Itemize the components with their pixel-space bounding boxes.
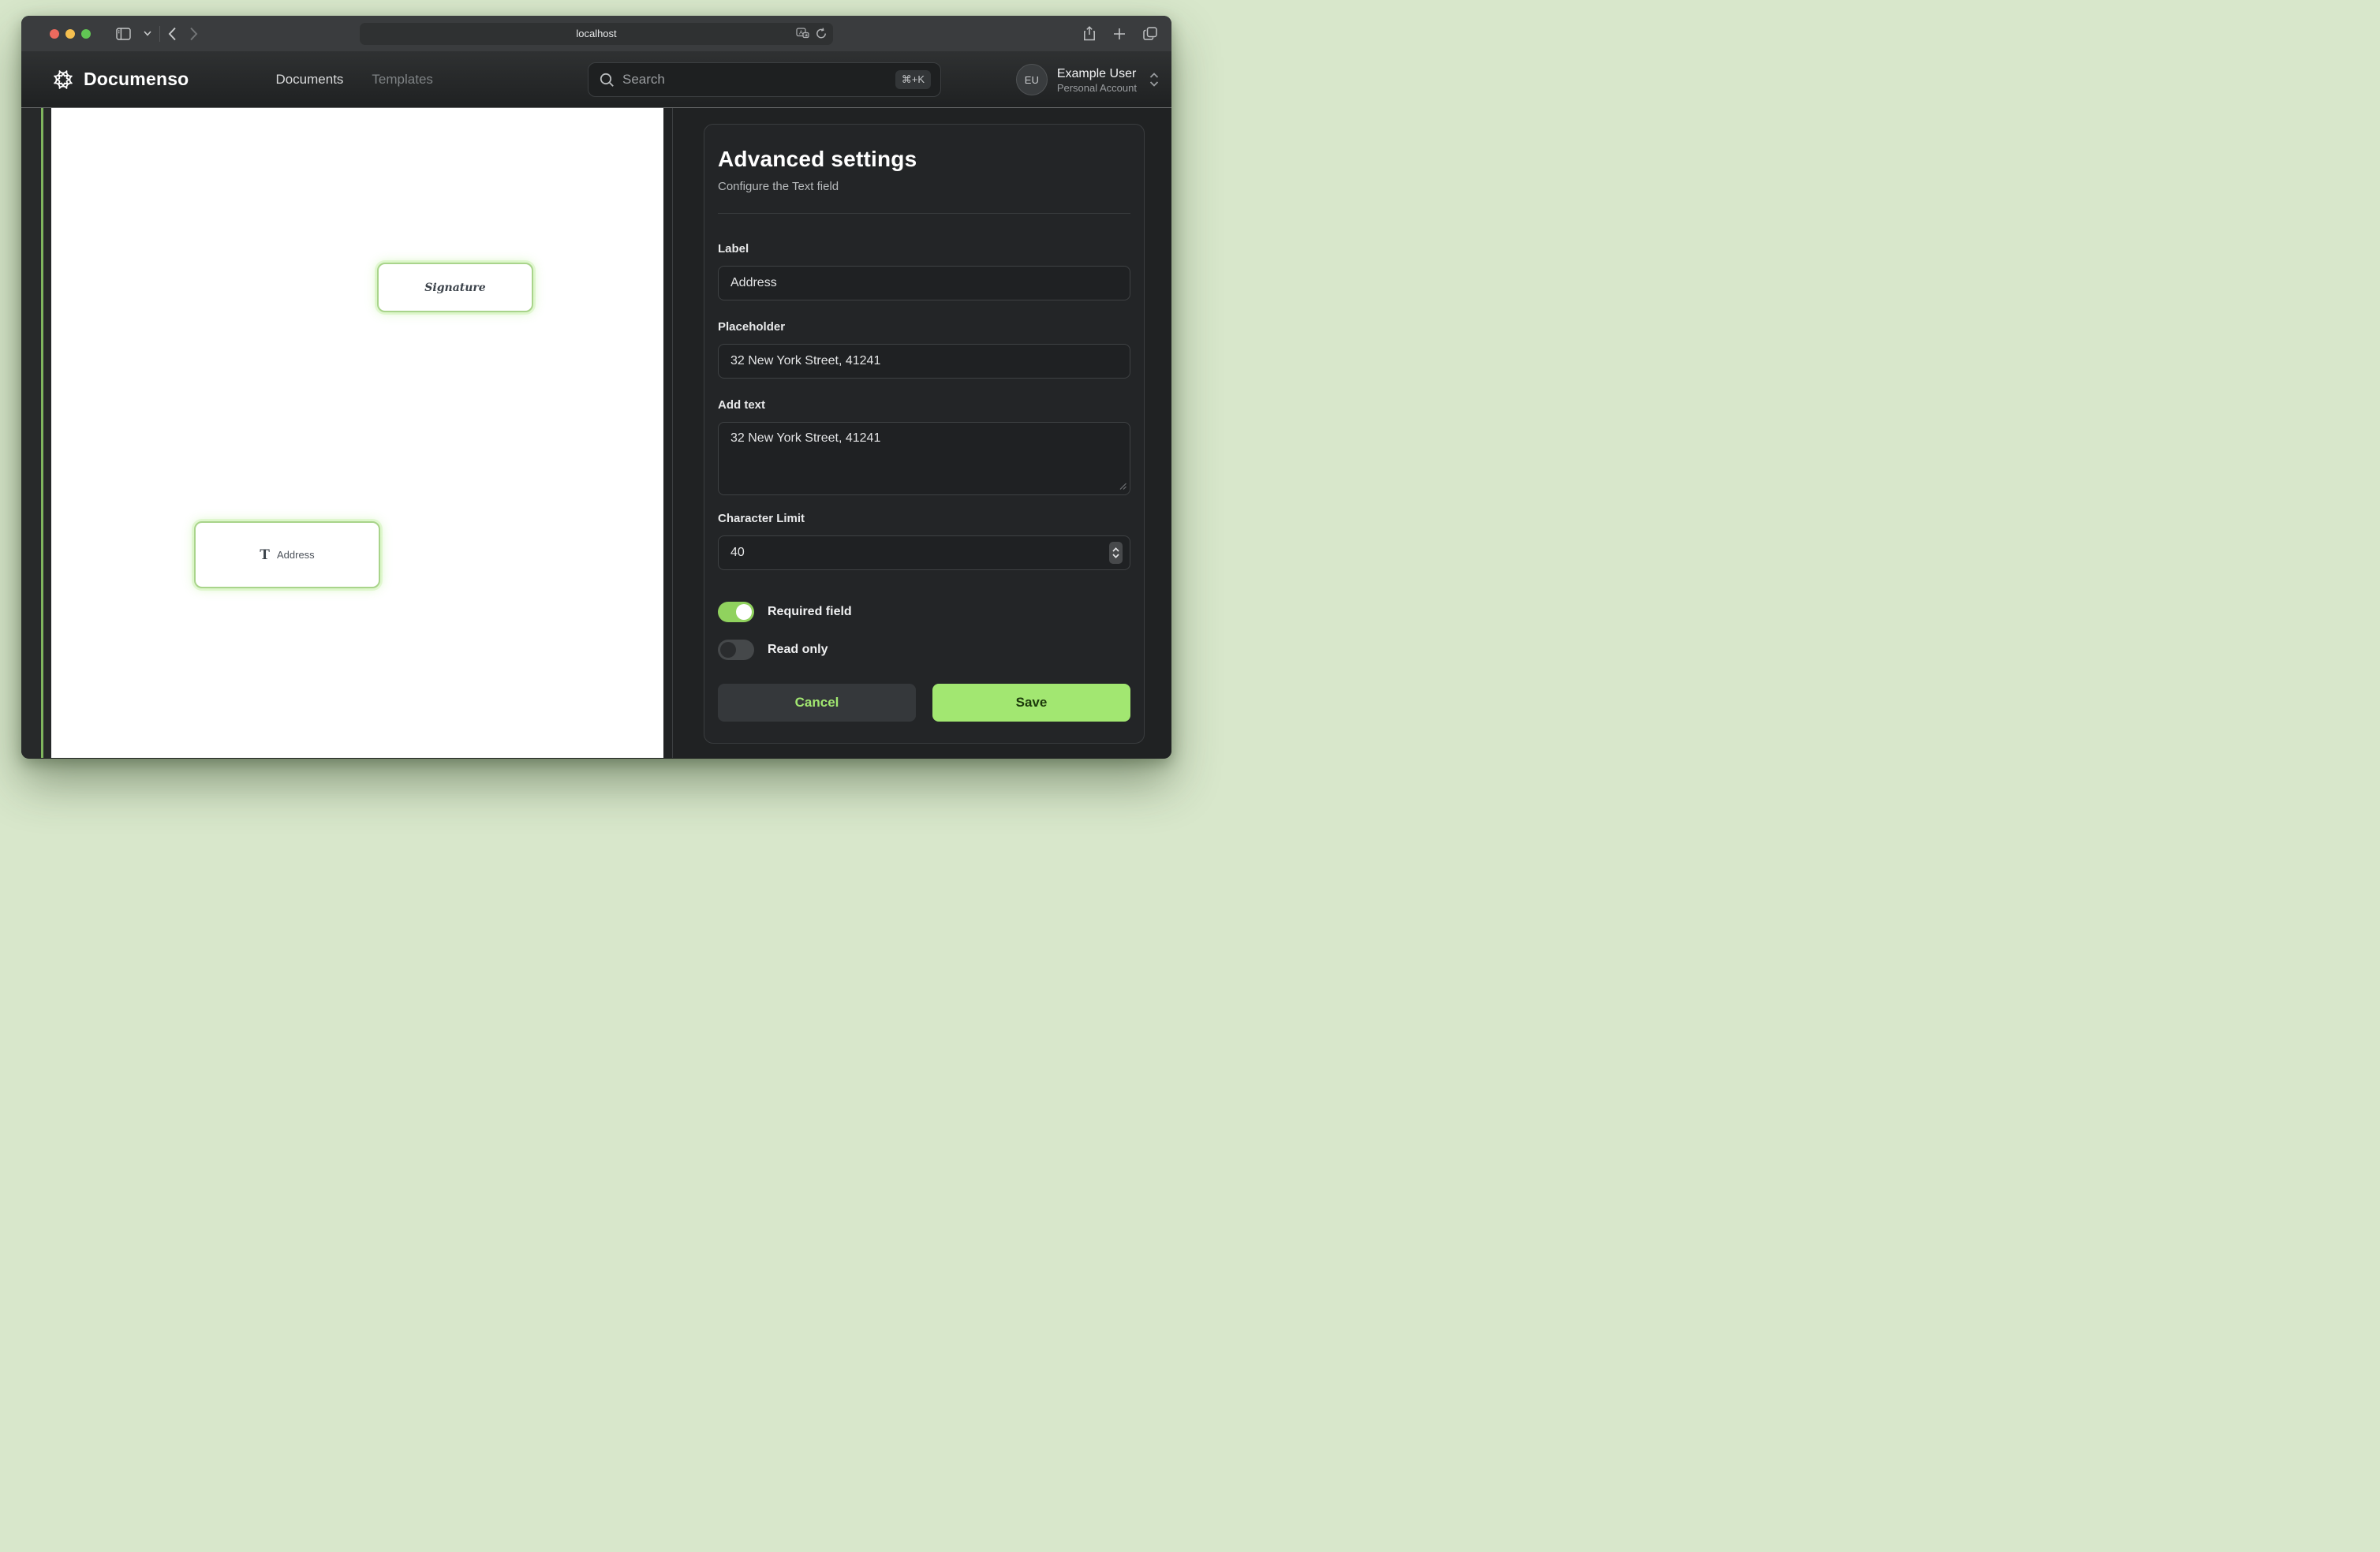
main-nav: Documents Templates (275, 72, 432, 88)
url-text: localhost (576, 28, 616, 39)
browser-window: localhost A ★ (21, 16, 1171, 759)
documenso-logo-icon (51, 68, 75, 91)
page-accent-line (41, 108, 43, 758)
character-limit-label: Character Limit (718, 512, 1130, 525)
required-field-row: Required field (718, 602, 1130, 622)
required-field-label: Required field (768, 605, 852, 619)
signature-field[interactable]: Signature (377, 263, 533, 312)
forward-button[interactable] (183, 23, 204, 45)
stepper-down-icon[interactable] (1112, 554, 1119, 558)
user-name: Example User (1057, 66, 1137, 82)
read-only-toggle[interactable] (718, 640, 754, 660)
address-bar[interactable]: localhost A ★ (360, 23, 833, 45)
share-icon[interactable] (1083, 26, 1096, 41)
label-field-label: Label (718, 242, 1130, 256)
new-tab-icon[interactable] (1113, 28, 1126, 40)
text-field[interactable]: T Address (194, 521, 380, 588)
nav-templates[interactable]: Templates (372, 72, 432, 88)
save-button[interactable]: Save (932, 684, 1130, 722)
text-type-icon: T (260, 547, 270, 564)
minimize-window-button[interactable] (65, 29, 75, 39)
sidebar-chevron-down-icon[interactable] (137, 23, 158, 45)
page-gutter (21, 108, 51, 758)
svg-text:A: A (799, 29, 803, 36)
search-input[interactable]: Search ⌘+K (588, 62, 941, 97)
avatar: EU (1016, 64, 1048, 95)
document-page: Signature T Address (51, 108, 663, 758)
chevron-up-down-icon (1149, 72, 1159, 88)
add-text-field-label: Add text (718, 398, 1130, 412)
placeholder-input[interactable] (718, 344, 1130, 379)
svg-text:★: ★ (805, 32, 809, 38)
zoom-window-button[interactable] (81, 29, 91, 39)
toggle-knob (736, 604, 752, 620)
reload-icon[interactable] (816, 28, 827, 39)
signature-field-label: Signature (424, 282, 485, 294)
advanced-settings-card: Advanced settings Configure the Text fie… (704, 124, 1145, 744)
search-shortcut-badge: ⌘+K (895, 70, 931, 89)
translate-icon[interactable]: A ★ (796, 28, 809, 39)
close-window-button[interactable] (50, 29, 59, 39)
search-placeholder: Search (622, 72, 665, 88)
placeholder-field-label: Placeholder (718, 320, 1130, 334)
text-field-label: Address (277, 549, 315, 561)
browser-toolbar: localhost A ★ (21, 16, 1171, 51)
required-field-toggle[interactable] (718, 602, 754, 622)
nav-documents[interactable]: Documents (275, 72, 343, 88)
app-header: Documenso Documents Templates Search ⌘+K… (21, 51, 1171, 108)
account-type: Personal Account (1057, 82, 1137, 94)
add-text-textarea[interactable] (718, 422, 1130, 495)
traffic-lights (50, 29, 91, 39)
stepper-up-icon[interactable] (1112, 547, 1119, 552)
sidebar-toggle-icon[interactable] (110, 23, 137, 45)
search-icon (600, 73, 615, 88)
read-only-row: Read only (718, 640, 1130, 660)
toggle-knob (720, 642, 736, 658)
tabs-overview-icon[interactable] (1143, 27, 1157, 40)
back-button[interactable] (162, 23, 183, 45)
app-body: Signature T Address Advanced settings Co… (21, 108, 1171, 758)
documenso-logo[interactable]: Documenso (51, 68, 189, 91)
right-panel: Advanced settings Configure the Text fie… (663, 108, 1171, 758)
panel-title: Advanced settings (718, 147, 1130, 172)
number-stepper[interactable] (1109, 542, 1123, 564)
label-input[interactable] (718, 266, 1130, 300)
toolbar-divider (159, 26, 160, 42)
user-menu[interactable]: EU Example User Personal Account (1016, 51, 1159, 108)
panel-subtitle: Configure the Text field (718, 180, 1130, 193)
cancel-button[interactable]: Cancel (718, 684, 916, 722)
read-only-label: Read only (768, 643, 828, 657)
resize-handle-icon[interactable] (1119, 483, 1126, 490)
character-limit-input[interactable] (718, 535, 1130, 570)
divider (718, 213, 1130, 214)
brand-name: Documenso (84, 69, 189, 90)
